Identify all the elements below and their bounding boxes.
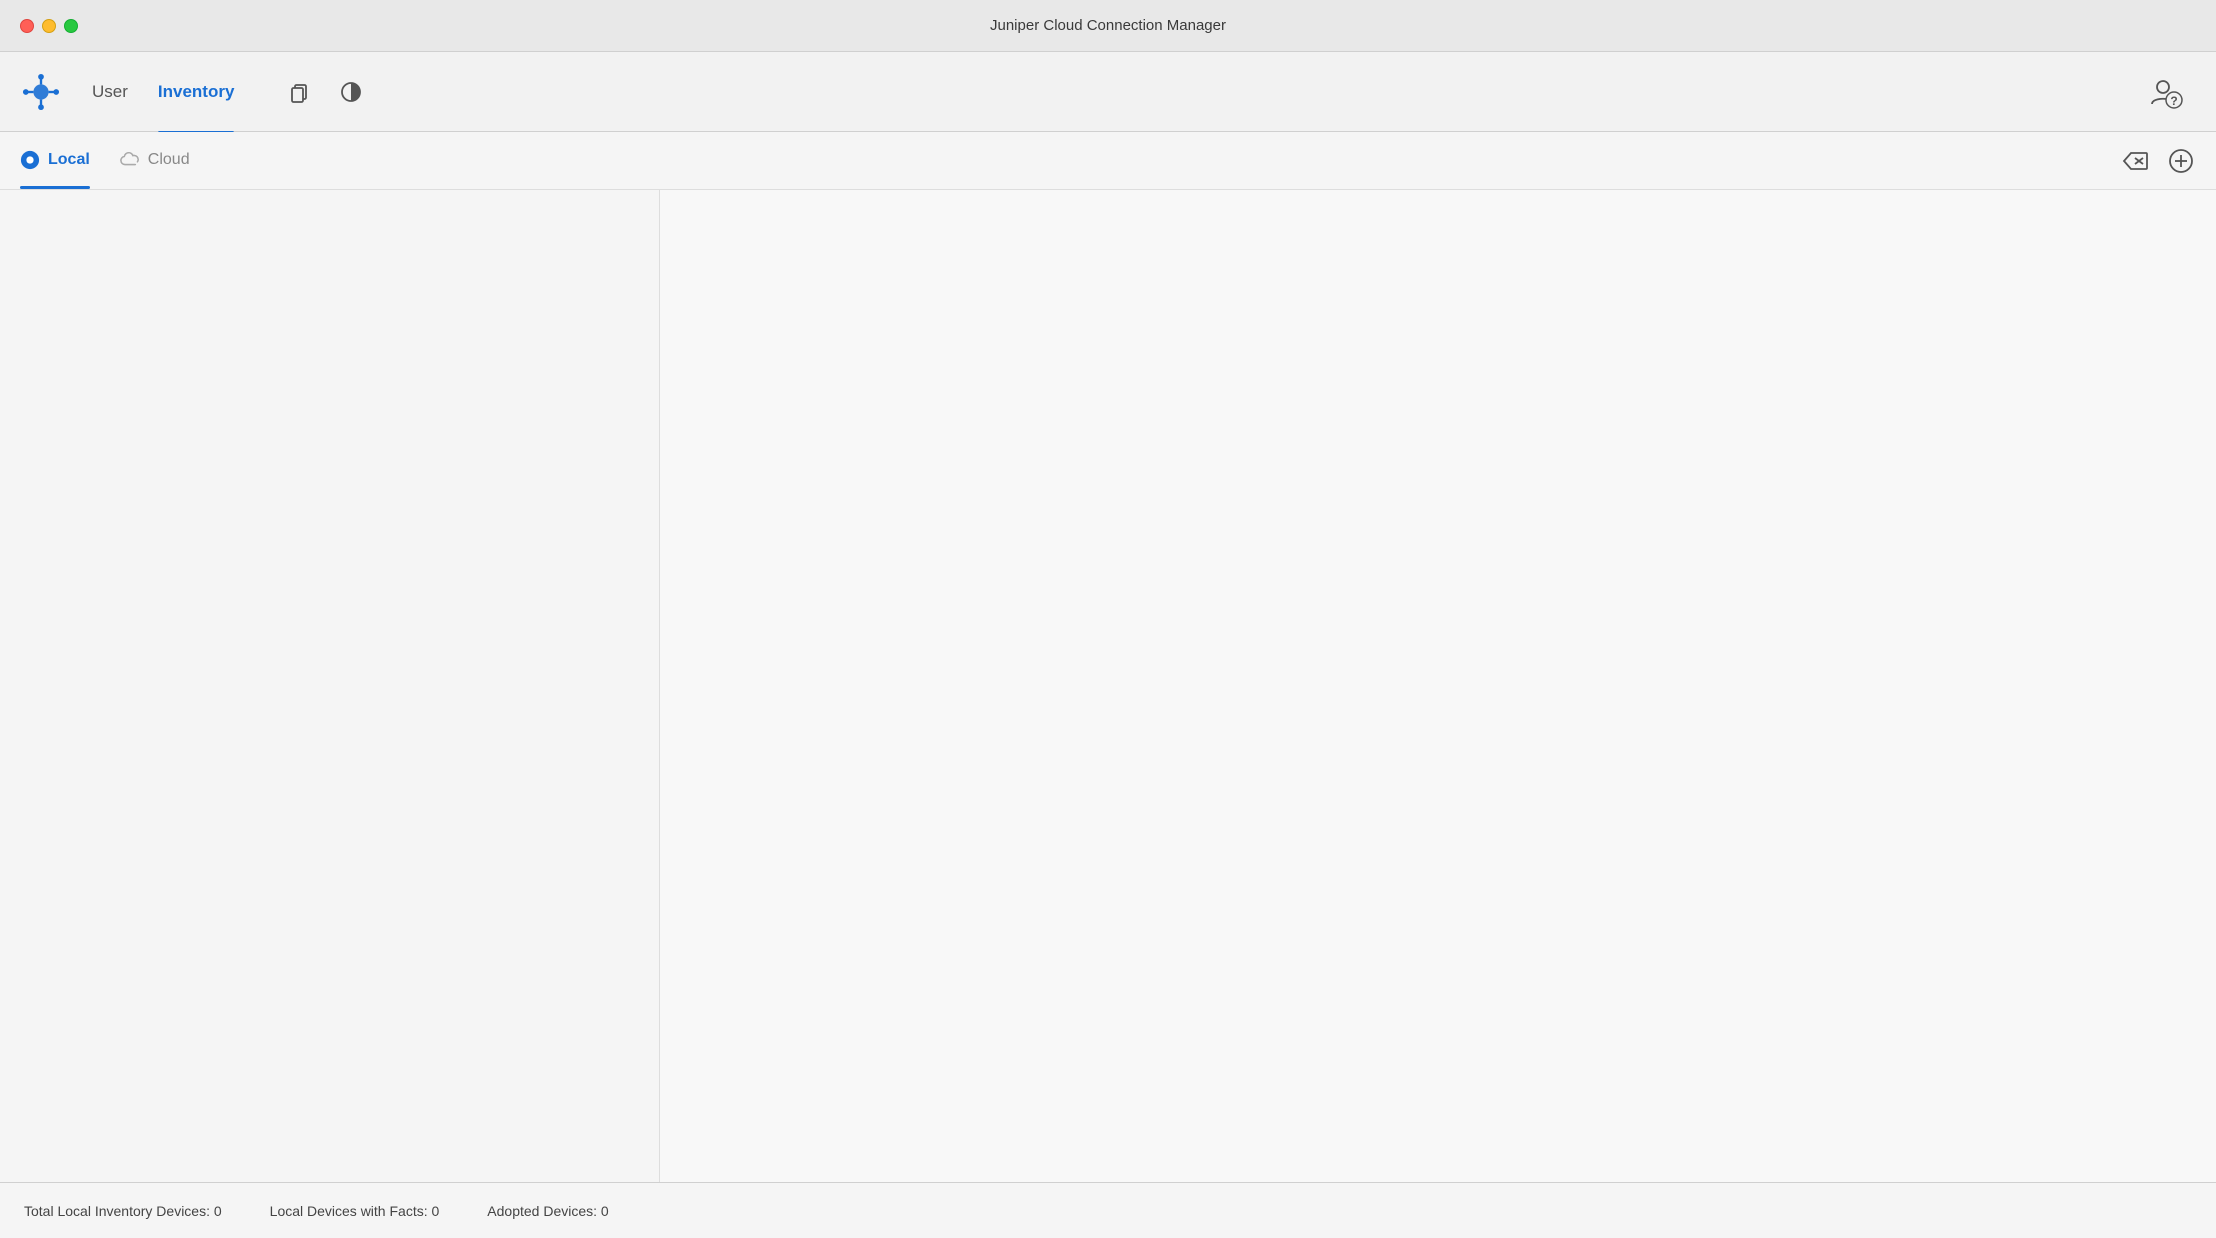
nav-inventory[interactable]: Inventory bbox=[158, 78, 235, 106]
tab-local-label: Local bbox=[48, 151, 90, 169]
total-inventory-status: Total Local Inventory Devices: 0 bbox=[24, 1203, 222, 1219]
app-logo bbox=[20, 71, 62, 113]
adopted-status: Adopted Devices: 0 bbox=[487, 1203, 608, 1219]
sub-tab-actions bbox=[2120, 146, 2196, 176]
tab-cloud-label: Cloud bbox=[148, 151, 190, 169]
facts-status: Local Devices with Facts: 0 bbox=[270, 1203, 440, 1219]
toolbar-left: User Inventory bbox=[20, 71, 366, 113]
user-help-button[interactable]: ? bbox=[2146, 72, 2186, 112]
close-button[interactable] bbox=[20, 19, 34, 33]
sub-tabs-bar: Local Cloud bbox=[0, 132, 2216, 190]
content-area: Local Cloud bbox=[0, 132, 2216, 1182]
main-panels bbox=[0, 190, 2216, 1182]
window-controls bbox=[20, 19, 78, 33]
sub-tab-list: Local Cloud bbox=[20, 132, 190, 189]
left-panel bbox=[0, 190, 660, 1182]
maximize-button[interactable] bbox=[64, 19, 78, 33]
right-panel bbox=[660, 190, 2216, 1182]
delete-button[interactable] bbox=[2120, 146, 2150, 176]
copy-icon[interactable] bbox=[284, 77, 314, 107]
nav-user[interactable]: User bbox=[92, 78, 128, 106]
toolbar-icons bbox=[284, 77, 366, 107]
local-icon bbox=[20, 150, 40, 170]
minimize-button[interactable] bbox=[42, 19, 56, 33]
toolbar-right: ? bbox=[2146, 72, 2186, 112]
window-title: Juniper Cloud Connection Manager bbox=[990, 17, 1226, 34]
title-bar: Juniper Cloud Connection Manager bbox=[0, 0, 2216, 52]
add-device-button[interactable] bbox=[2166, 146, 2196, 176]
theme-icon[interactable] bbox=[336, 77, 366, 107]
main-toolbar: User Inventory bbox=[0, 52, 2216, 132]
status-bar: Total Local Inventory Devices: 0 Local D… bbox=[0, 1182, 2216, 1238]
svg-text:?: ? bbox=[2170, 94, 2177, 108]
tab-cloud[interactable]: Cloud bbox=[120, 132, 190, 189]
tab-local[interactable]: Local bbox=[20, 132, 90, 189]
cloud-icon bbox=[120, 150, 140, 170]
